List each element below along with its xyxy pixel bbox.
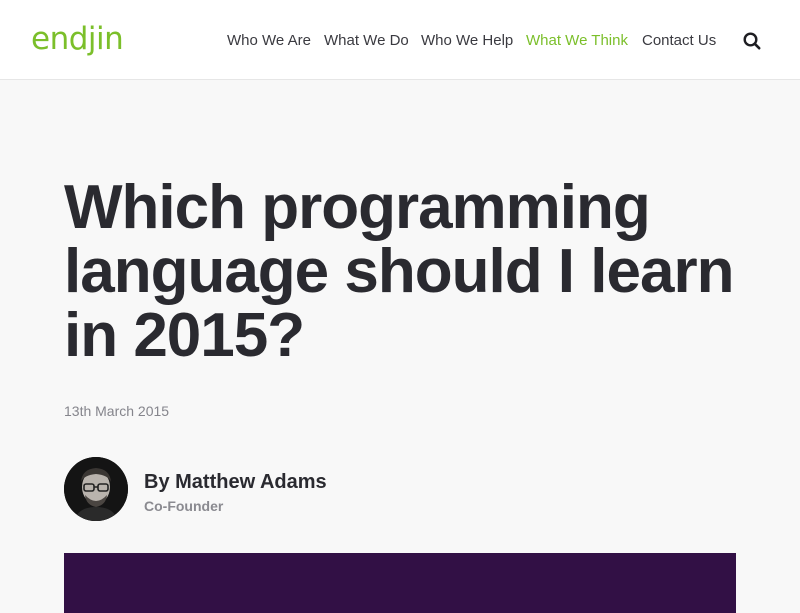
nav-who-we-help[interactable]: Who We Help	[421, 30, 513, 52]
author-role: Co-Founder	[144, 498, 224, 514]
site-header: endjin Who We Are What We Do Who We Help…	[0, 0, 800, 80]
avatar-photo	[64, 457, 128, 521]
article-title: Which programming language should I lear…	[64, 173, 734, 370]
author-name[interactable]: By Matthew Adams	[144, 471, 327, 494]
nav-what-we-think[interactable]: What We Think	[526, 30, 628, 52]
article-date: 13th March 2015	[64, 403, 170, 419]
search-icon[interactable]	[742, 31, 762, 51]
nav-what-we-do[interactable]: What We Do	[324, 30, 409, 52]
nav-who-we-are[interactable]: Who We Are	[227, 30, 311, 52]
author-avatar[interactable]	[64, 457, 128, 521]
nav-contact-us[interactable]: Contact Us	[642, 30, 716, 52]
article-hero-image	[64, 553, 736, 613]
endjin-logo[interactable]: endjin	[31, 19, 124, 59]
author-block[interactable]: By Matthew Adams Co-Founder	[64, 457, 464, 521]
article-page: Which programming language should I lear…	[0, 80, 800, 613]
